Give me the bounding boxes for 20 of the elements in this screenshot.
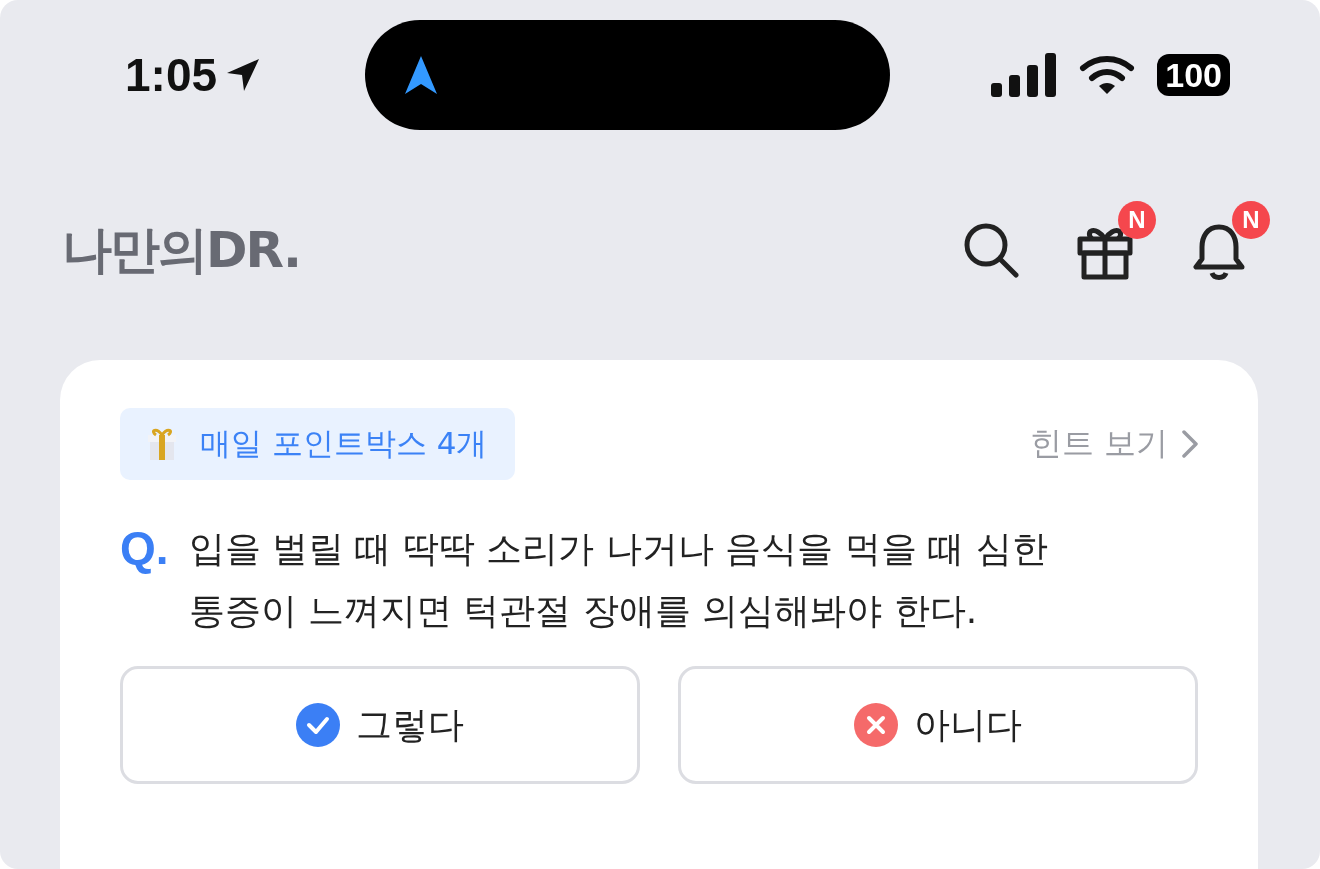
- chevron-icon: [1182, 430, 1198, 458]
- question-text: 입을 벌릴 때 딱딱 소리가 나거나 음식을 먹을 때 심한 통증이 느껴지면 턱관절 장애를 의심해봐야 한다.: [188, 527, 1049, 633]
- answer-button[interactable]: 그렇다: [120, 666, 640, 784]
- wifi-icon: [1079, 54, 1136, 96]
- clock-time: 1:05: [125, 48, 218, 102]
- navigation-arrow-icon: [402, 54, 439, 96]
- close-icon: [854, 703, 898, 747]
- notification-badge: N: [1232, 201, 1270, 239]
- notification-badge: N: [1118, 201, 1156, 239]
- check-icon: [296, 703, 340, 747]
- bell-button[interactable]: N: [1188, 201, 1270, 281]
- gift-button[interactable]: N: [1074, 201, 1156, 281]
- answer-button[interactable]: 아니다: [678, 666, 1198, 784]
- battery-level: 100: [1157, 54, 1230, 96]
- reward-text: 매일 포인트박스 4개: [200, 424, 488, 463]
- question-mark-label: Q.: [120, 521, 169, 576]
- signal-icon: [991, 53, 1058, 97]
- app-logo: 나만의DR.: [62, 219, 300, 281]
- gift-box-icon: [148, 427, 176, 461]
- hint-link[interactable]: 힌트 보기: [1029, 422, 1198, 466]
